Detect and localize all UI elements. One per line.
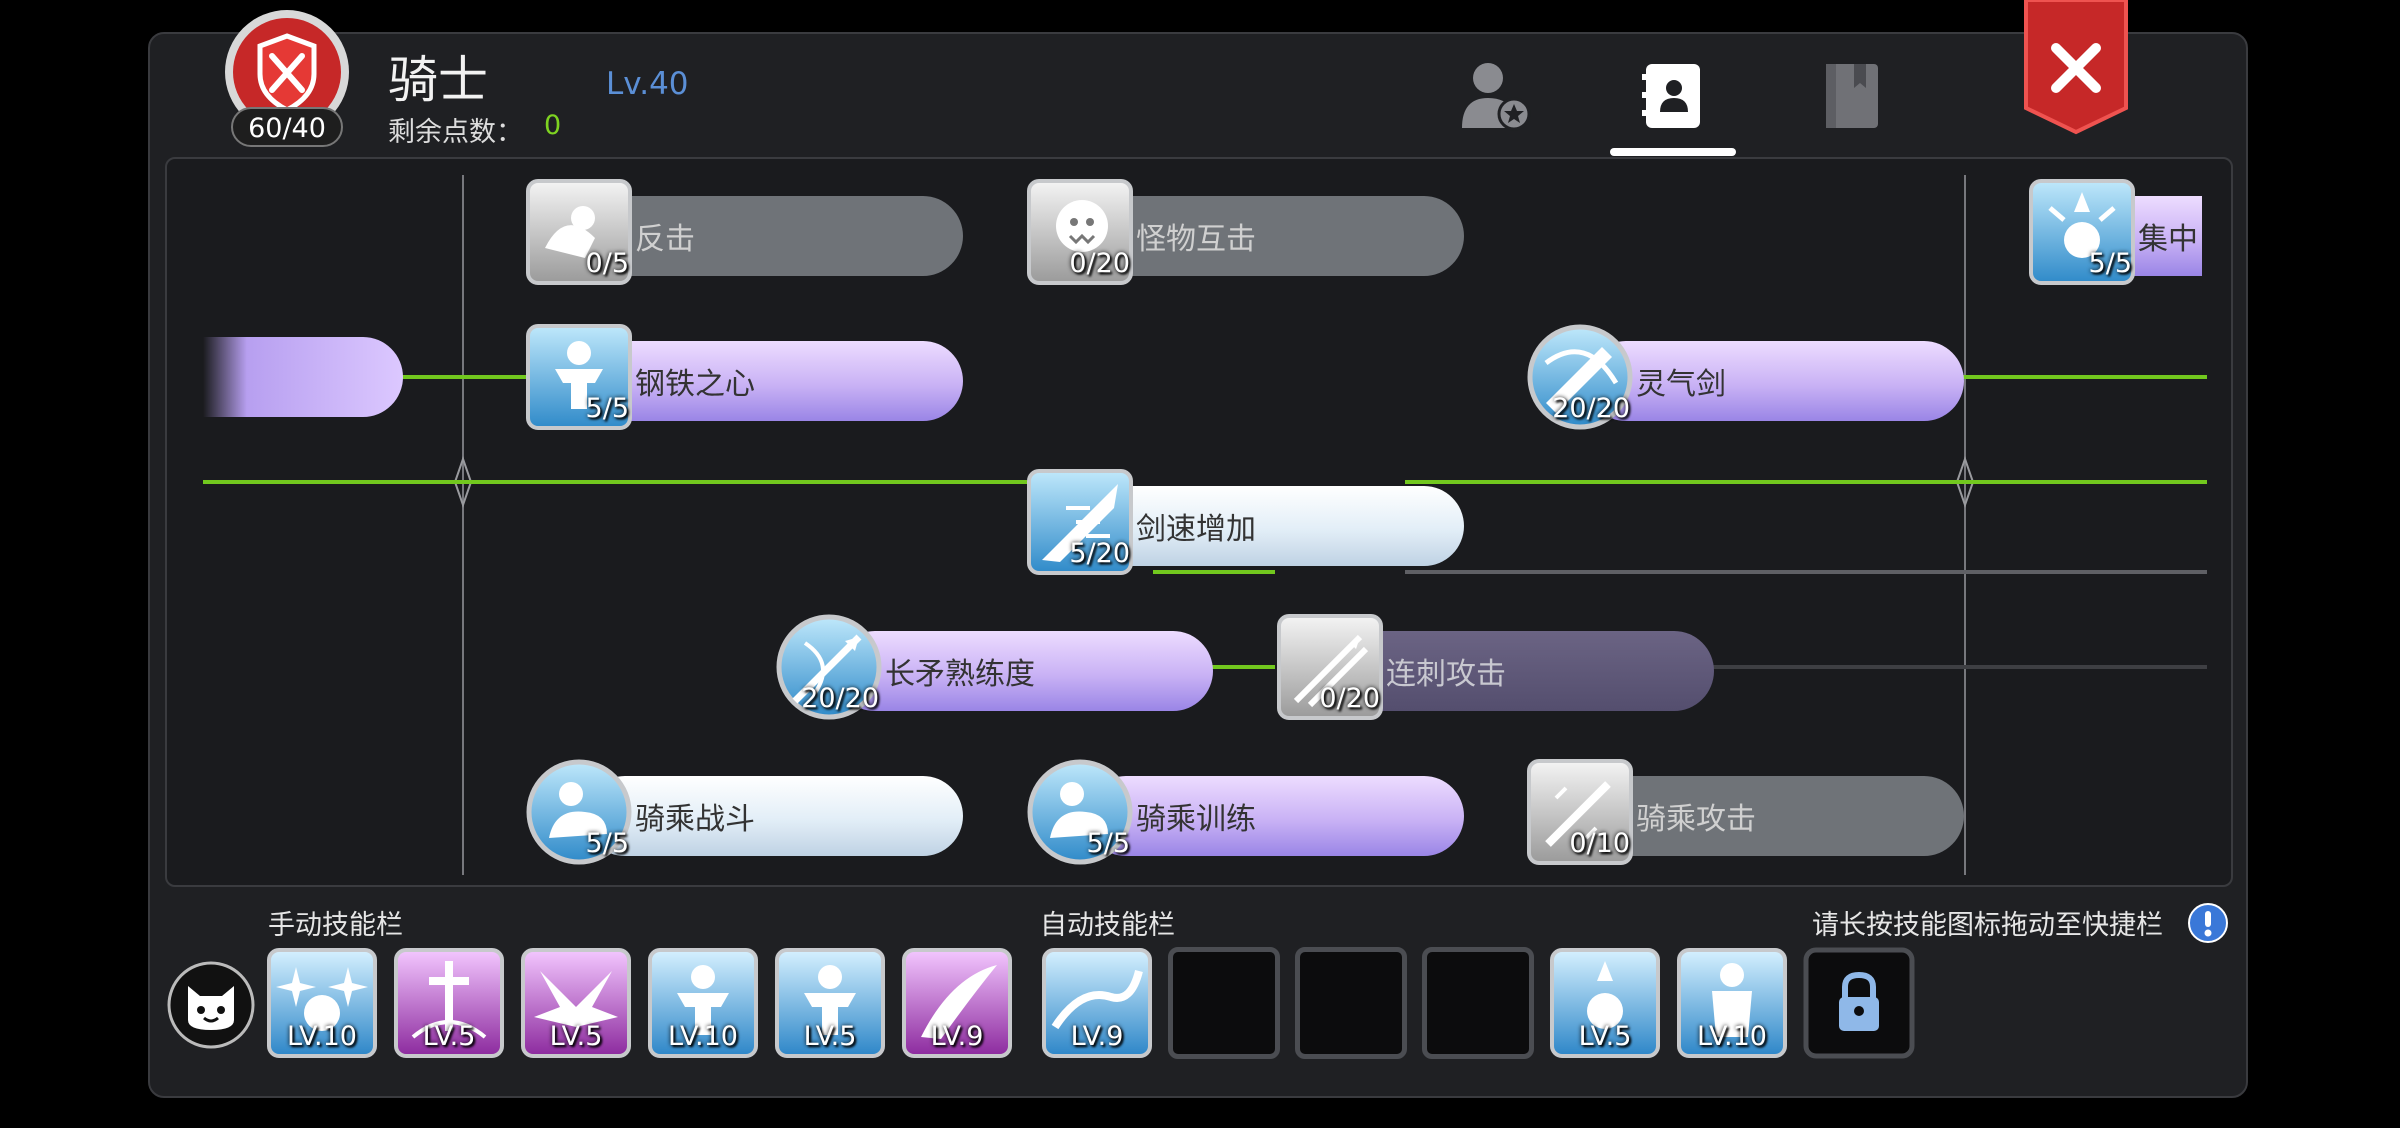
manual-slot-5[interactable]: LV.5 (774, 947, 886, 1059)
info-icon[interactable] (2188, 903, 2228, 943)
skill-level: 5/5 (585, 393, 629, 424)
skill-name: 反击 (585, 196, 963, 276)
slot-level: LV.5 (1578, 1021, 1632, 1052)
skill-level: 0/20 (1319, 683, 1380, 714)
skill-level: 0/20 (1069, 248, 1130, 279)
person-star-icon (1462, 63, 1531, 131)
tab-guide[interactable] (1814, 58, 1890, 134)
drag-hint: 请长按技能图标拖动至快捷栏 (1812, 910, 2163, 941)
skill-name: 骑乘战斗 (585, 776, 963, 856)
skill-level: 0/10 (1569, 828, 1630, 859)
auto-slot-2[interactable] (1168, 947, 1280, 1059)
skill-node-spear[interactable]: 长矛熟练度 20/20 (775, 613, 1213, 723)
slot-level: LV.9 (930, 1021, 984, 1052)
skill-name: 骑乘攻击 (1586, 776, 1964, 856)
skill-node-swordspeed[interactable]: 剑速增加 5/20 (1026, 468, 1464, 578)
skill-name: 连刺攻击 (1336, 631, 1714, 711)
slot-level: LV.5 (803, 1021, 857, 1052)
pet-cat-button[interactable] (166, 960, 256, 1050)
skill-level: 5/5 (585, 828, 629, 859)
slot-level: LV.5 (549, 1021, 603, 1052)
slot-level: LV.10 (286, 1021, 357, 1052)
tab-skills[interactable] (1636, 58, 1712, 134)
class-name: 骑士 (388, 51, 488, 109)
slot-level: LV.5 (422, 1021, 476, 1052)
manual-slot-6[interactable]: LV.9 (901, 947, 1013, 1059)
skill-level: 5/5 (2088, 248, 2132, 279)
slot-level: LV.9 (1070, 1021, 1124, 1052)
skill-node-pierce[interactable]: 连刺攻击 0/20 (1276, 613, 1714, 723)
lock-icon (1803, 947, 1915, 1059)
skill-node-monster[interactable]: 怪物互击 0/20 (1026, 178, 1464, 288)
cat-face-icon (167, 961, 255, 1049)
tab-character[interactable] (1458, 58, 1534, 134)
skill-name: 骑乘训练 (1086, 776, 1464, 856)
offscreen-skill-pill (203, 337, 403, 417)
auto-slot-7[interactable] (1803, 947, 1915, 1059)
class-level: Lv.40 (606, 66, 689, 102)
close-button[interactable] (2022, 0, 2130, 136)
skill-name: 怪物互击 (1086, 196, 1464, 276)
manual-slot-3[interactable]: LV.5 (520, 947, 632, 1059)
knight-shield-icon: 60/40 (225, 10, 349, 147)
auto-bar-label: 自动技能栏 (1040, 910, 1175, 941)
skill-name: 长矛熟练度 (835, 631, 1213, 711)
class-emblem: 60/40 (218, 10, 356, 148)
skill-name: 钢铁之心 (585, 341, 963, 421)
skill-node-focus[interactable]: 集中 5/5 (2028, 178, 2202, 288)
auto-slot-4[interactable] (1422, 947, 1534, 1059)
manual-slot-1[interactable]: LV.10 (266, 947, 378, 1059)
auto-slot-1[interactable]: LV.9 (1041, 947, 1153, 1059)
skill-node-rideattack[interactable]: 骑乘攻击 0/10 (1526, 758, 1964, 868)
active-tab-indicator (1610, 148, 1736, 156)
skill-node-ridefight[interactable]: 骑乘战斗 5/5 (525, 758, 963, 868)
skill-level: 0/5 (585, 248, 629, 279)
skill-name: 灵气剑 (1586, 341, 1964, 421)
close-icon (2024, 0, 2128, 135)
skill-level: 5/20 (1069, 538, 1130, 569)
skill-level: 20/20 (1552, 393, 1630, 424)
auto-slot-5[interactable]: LV.5 (1549, 947, 1661, 1059)
book-icon (1826, 64, 1878, 128)
manual-bar-label: 手动技能栏 (268, 910, 403, 941)
skill-name: 剑速增加 (1086, 486, 1464, 566)
emblem-value: 60/40 (248, 113, 326, 144)
remaining-points-label: 剩余点数： (388, 117, 523, 148)
slot-level: LV.10 (1696, 1021, 1767, 1052)
remaining-points-value: 0 (544, 110, 562, 141)
skill-node-steel[interactable]: 钢铁之心 5/5 (525, 323, 963, 433)
contact-book-icon (1642, 64, 1700, 128)
auto-slot-3[interactable] (1295, 947, 1407, 1059)
skill-node-aura[interactable]: 灵气剑 20/20 (1526, 323, 1964, 433)
skill-level: 20/20 (801, 683, 879, 714)
manual-slot-2[interactable]: LV.5 (393, 947, 505, 1059)
manual-slot-4[interactable]: LV.10 (647, 947, 759, 1059)
skill-level: 5/5 (1086, 828, 1130, 859)
skill-node-counter[interactable]: 反击 0/5 (525, 178, 963, 288)
auto-slot-6[interactable]: LV.10 (1676, 947, 1788, 1059)
skill-node-ridetrain[interactable]: 骑乘训练 5/5 (1026, 758, 1464, 868)
slot-level: LV.10 (667, 1021, 738, 1052)
